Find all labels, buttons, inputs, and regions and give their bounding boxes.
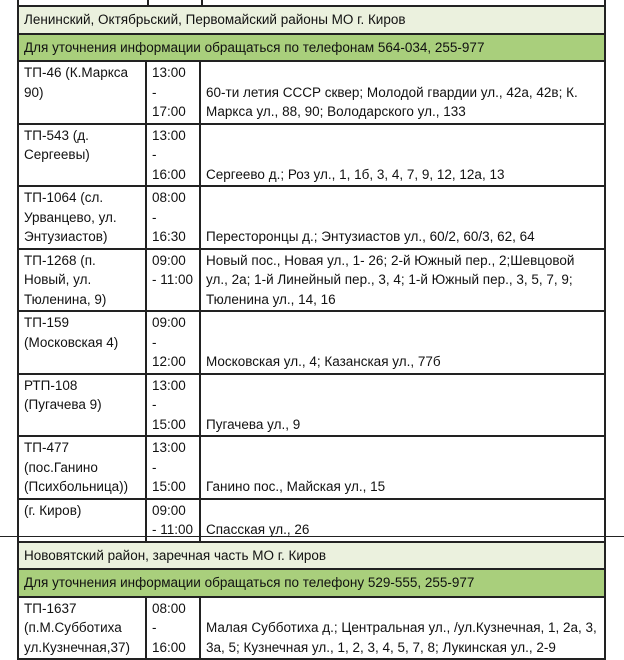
time-cell: 08:00 - 16:00 bbox=[145, 595, 201, 660]
station-cell: ТП-46 (К.Маркса 90) bbox=[17, 60, 147, 125]
contact-notice: Для уточнения информации обращаться по т… bbox=[17, 568, 606, 598]
streets-cell: 60-ти летия СССР сквер; Молодой гвардии … bbox=[199, 60, 606, 125]
district-row: Нововятский район, заречная часть МО г. … bbox=[17, 540, 606, 570]
streets-cell: Московская ул., 4; Казанская ул., 77б bbox=[199, 310, 606, 375]
contact-notice-row: Для уточнения информации обращаться по т… bbox=[17, 568, 606, 598]
time-cell: 13:00 - 16:00 bbox=[145, 122, 201, 187]
bottom-rule bbox=[0, 536, 624, 537]
streets-cell: Малая Субботиха д.; Центральная ул., /ул… bbox=[199, 595, 606, 660]
table-row: ТП-1064 (сл. Урванцево, ул. Энтузиастов)… bbox=[17, 185, 606, 250]
outage-sheet: Ленинский, Октябрьский, Первомайский рай… bbox=[17, 0, 606, 660]
time-cell: 09:00 - 11:00 bbox=[145, 247, 201, 312]
time-cell: 08:00 - 16:30 bbox=[145, 185, 201, 250]
table-row: ТП-1268 (п. Новый, ул. Тюленина, 9) 09:0… bbox=[17, 247, 606, 312]
time-cell: 09:00 - 12:00 bbox=[145, 310, 201, 375]
station-cell: РТП-108 (Пугачева 9) bbox=[17, 372, 147, 437]
station-cell: ТП-477 (пос.Ганино (Психбольница)) bbox=[17, 435, 147, 500]
district-row: Ленинский, Октябрьский, Первомайский рай… bbox=[17, 5, 606, 35]
table-row: ТП-543 (д. Сергеевы) 13:00 - 16:00 Серге… bbox=[17, 122, 606, 187]
station-cell: ТП-1268 (п. Новый, ул. Тюленина, 9) bbox=[17, 247, 147, 312]
station-cell: ТП-543 (д. Сергеевы) bbox=[17, 122, 147, 187]
station-cell: ТП-159 (Московская 4) bbox=[17, 310, 147, 375]
streets-cell: Ганино пос., Майская ул., 15 bbox=[199, 435, 606, 500]
streets-cell: Пересторонцы д.; Энтузиастов ул., 60/2, … bbox=[199, 185, 606, 250]
time-cell: 13:00 - 15:00 bbox=[145, 372, 201, 437]
contact-notice-row: Для уточнения информации обращаться по т… bbox=[17, 32, 606, 62]
streets-cell: Сергеево д.; Роз ул., 1, 1б, 3, 4, 7, 9,… bbox=[199, 122, 606, 187]
table-row: ТП-477 (пос.Ганино (Психбольница)) 13:00… bbox=[17, 435, 606, 500]
time-cell: 13:00 - 15:00 bbox=[145, 435, 201, 500]
contact-notice: Для уточнения информации обращаться по т… bbox=[17, 32, 606, 62]
district-heading: Ленинский, Октябрьский, Первомайский рай… bbox=[17, 5, 606, 35]
table-row: РТП-108 (Пугачева 9) 13:00 - 15:00 Пугач… bbox=[17, 372, 606, 437]
time-cell: 13:00 - 17:00 bbox=[145, 60, 201, 125]
district-heading: Нововятский район, заречная часть МО г. … bbox=[17, 540, 606, 570]
table-row: ТП-46 (К.Маркса 90) 13:00 - 17:00 60-ти … bbox=[17, 60, 606, 125]
cut-off-header-row bbox=[17, 0, 606, 5]
table-row: ТП-1637 (п.М.Субботиха ул.Кузнечная,37) … bbox=[17, 595, 606, 660]
station-cell: ТП-1637 (п.М.Субботиха ул.Кузнечная,37) bbox=[17, 595, 147, 660]
outage-table: Ленинский, Октябрьский, Первомайский рай… bbox=[17, 5, 606, 660]
table-row: ТП-159 (Московская 4) 09:00 - 12:00 Моск… bbox=[17, 310, 606, 375]
station-cell: ТП-1064 (сл. Урванцево, ул. Энтузиастов) bbox=[17, 185, 147, 250]
streets-cell: Новый пос., Новая ул., 1- 26; 2-й Южный … bbox=[199, 247, 606, 312]
streets-cell: Пугачева ул., 9 bbox=[199, 372, 606, 437]
